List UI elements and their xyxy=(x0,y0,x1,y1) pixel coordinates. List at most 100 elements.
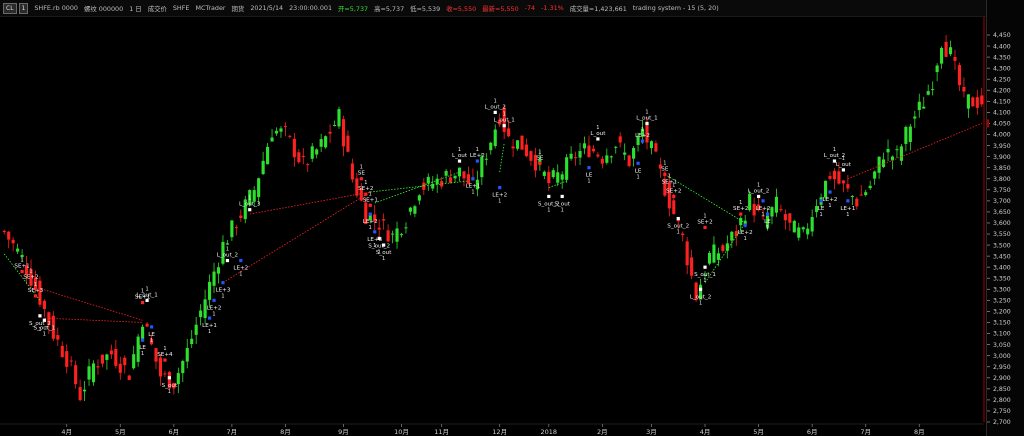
candle xyxy=(524,138,529,158)
price-axis[interactable]: 4,450 4,400 4,350 4,300 4,250 4,200 4,150 4,100… xyxy=(986,0,1024,436)
y-tick-label: 3,950 xyxy=(993,143,1011,150)
signal-marker[interactable]: SE+21 xyxy=(733,200,748,216)
symbol-button[interactable]: CL xyxy=(3,2,17,14)
signal-dot xyxy=(145,298,149,302)
signal-marker[interactable]: LE+11 xyxy=(202,316,217,335)
signal-marker[interactable]: S_out_11 xyxy=(694,265,716,285)
candle xyxy=(877,156,881,179)
candle xyxy=(16,243,20,254)
signal-marker[interactable]: L_out_21 xyxy=(690,287,711,307)
signal-label: SE+3 xyxy=(28,288,44,294)
candle xyxy=(408,206,412,216)
signal-marker[interactable]: LE+11 xyxy=(840,199,856,218)
candle xyxy=(551,167,555,179)
x-tick-label: 8月 xyxy=(280,428,291,436)
candle-body xyxy=(252,190,256,202)
symbol-code: SHFE.rb 0000 xyxy=(34,4,78,12)
signal-qty: 1 xyxy=(34,282,37,288)
candle-body xyxy=(801,227,805,230)
candle-body xyxy=(716,253,720,260)
candle-body xyxy=(127,375,131,380)
candle xyxy=(600,156,604,169)
signal-dot xyxy=(841,168,845,172)
signal-qty: 1 xyxy=(766,225,769,231)
candle xyxy=(158,354,163,386)
signal-marker[interactable]: SE1 xyxy=(358,165,366,181)
candle xyxy=(310,143,314,163)
candle xyxy=(185,338,189,369)
candle-body xyxy=(230,220,234,238)
y-tick-label: 3,650 xyxy=(993,209,1011,216)
candle-body xyxy=(315,149,319,155)
candle xyxy=(422,178,426,195)
signal-marker[interactable]: LE1 xyxy=(148,325,155,344)
candle xyxy=(632,146,636,167)
signal-dot xyxy=(498,185,502,190)
candle xyxy=(962,77,966,98)
signal-marker[interactable]: LE+21 xyxy=(233,258,248,278)
signal-marker[interactable]: LE+21 xyxy=(207,298,222,318)
signal-marker[interactable]: LE+31 xyxy=(215,281,231,300)
candle-body xyxy=(457,167,462,177)
y-tick-label: 4,450 xyxy=(993,32,1011,39)
x-tick-label: 5月 xyxy=(753,428,764,436)
signal-marker[interactable]: S_out1 xyxy=(162,376,178,395)
signal-qty: 1 xyxy=(663,160,666,166)
signal-marker[interactable]: L_out_21 xyxy=(217,247,238,263)
candle-body xyxy=(207,281,212,300)
signal-marker[interactable]: LE+21 xyxy=(738,223,753,243)
candle-body xyxy=(547,171,551,184)
signal-dot xyxy=(663,172,667,176)
y-tick-label: 3,400 xyxy=(993,264,1011,271)
signal-marker[interactable]: L_out_31 xyxy=(239,196,261,212)
candle xyxy=(797,222,801,241)
signal-marker[interactable]: LE1 xyxy=(139,338,146,358)
signal-qty: 1 xyxy=(43,331,46,337)
signal-marker[interactable]: S_out1 xyxy=(554,194,571,214)
signal-marker[interactable]: L_out1 xyxy=(590,125,606,141)
candle xyxy=(453,175,457,183)
candle-body xyxy=(194,324,198,335)
candle-body xyxy=(42,300,46,310)
candle xyxy=(234,224,238,236)
interval-button[interactable]: 1 xyxy=(18,2,29,14)
candle xyxy=(908,123,912,151)
signal-dot xyxy=(547,194,551,199)
y-tick-label: 2,900 xyxy=(993,375,1011,382)
candle xyxy=(243,196,247,224)
signal-marker[interactable]: L_out1 xyxy=(452,147,468,163)
signal-dot xyxy=(471,177,475,181)
toolbar-buttons: CL 1 xyxy=(3,2,29,14)
candle xyxy=(578,142,582,166)
signal-marker[interactable]: LE+21 xyxy=(492,185,507,205)
candle xyxy=(42,299,46,317)
signal-marker[interactable]: L_out_11 xyxy=(493,112,515,128)
x-tick-label: 11月 xyxy=(434,428,449,436)
signal-marker[interactable]: L_out_11 xyxy=(636,109,658,126)
candle-body xyxy=(971,97,975,107)
x-tick-label: 6月 xyxy=(169,428,180,436)
y-tick-label: 3,700 xyxy=(993,198,1011,205)
signal-dot xyxy=(239,258,243,263)
signal-dot xyxy=(364,192,368,196)
candle xyxy=(176,367,180,394)
candle-body xyxy=(770,207,774,217)
x-tick-label: 8月 xyxy=(914,428,925,436)
candle-body xyxy=(7,231,11,240)
volume-value: 成交量=1,423,661 xyxy=(569,4,627,13)
candle-body xyxy=(266,146,270,165)
candle-body xyxy=(904,126,908,144)
signal-marker[interactable]: S_out_21 xyxy=(667,216,689,236)
price-chart[interactable]: SE+11SE+21SE+31S_out_21S_out_11SE+11L_ou… xyxy=(0,17,1024,436)
y-tick-label: 4,300 xyxy=(993,65,1011,72)
signal-dot xyxy=(502,124,506,128)
signal-marker[interactable]: LE1 xyxy=(635,161,642,181)
signal-marker[interactable]: SE1 xyxy=(536,149,544,165)
candle xyxy=(292,132,296,167)
signal-marker[interactable]: SE+21 xyxy=(697,213,713,229)
candle xyxy=(810,209,814,237)
signal-marker[interactable]: LE1 xyxy=(764,212,771,232)
candle-body xyxy=(181,360,185,374)
candle-body xyxy=(609,156,613,158)
signal-marker[interactable]: LE1 xyxy=(586,166,593,185)
